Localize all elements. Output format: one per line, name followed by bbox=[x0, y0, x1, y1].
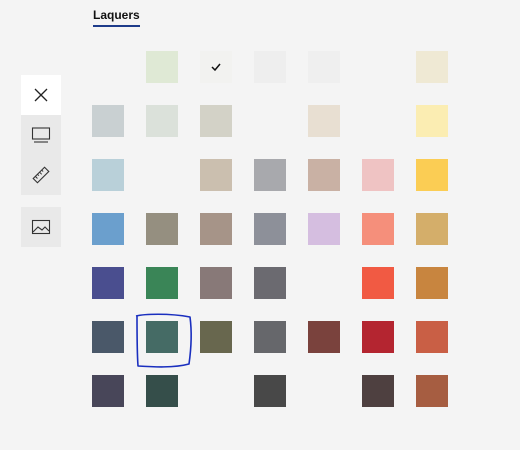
color-swatch[interactable] bbox=[362, 375, 394, 407]
color-swatch[interactable] bbox=[362, 321, 394, 353]
color-swatch[interactable] bbox=[416, 51, 448, 83]
color-swatch[interactable] bbox=[200, 159, 232, 191]
close-icon bbox=[34, 88, 48, 102]
monitor-icon bbox=[31, 127, 51, 143]
color-swatch[interactable] bbox=[146, 105, 178, 137]
color-swatch[interactable] bbox=[362, 159, 394, 191]
color-swatch[interactable] bbox=[254, 321, 286, 353]
color-swatch[interactable] bbox=[146, 51, 178, 83]
image-icon bbox=[31, 219, 51, 235]
monitor-button[interactable] bbox=[21, 115, 61, 155]
color-swatch[interactable] bbox=[254, 159, 286, 191]
color-swatch[interactable] bbox=[416, 321, 448, 353]
color-swatch[interactable] bbox=[92, 213, 124, 245]
color-swatch[interactable] bbox=[416, 375, 448, 407]
side-toolbar bbox=[21, 75, 61, 247]
color-swatch[interactable] bbox=[200, 105, 232, 137]
color-swatch[interactable] bbox=[308, 321, 340, 353]
color-swatch[interactable] bbox=[254, 267, 286, 299]
color-swatch[interactable] bbox=[308, 105, 340, 137]
color-swatch[interactable] bbox=[308, 213, 340, 245]
ruler-icon bbox=[32, 166, 50, 184]
tool-group-image bbox=[21, 207, 61, 247]
color-swatch[interactable] bbox=[200, 51, 232, 83]
color-swatch[interactable] bbox=[308, 159, 340, 191]
color-swatch[interactable] bbox=[416, 159, 448, 191]
color-swatch[interactable] bbox=[362, 267, 394, 299]
ruler-button[interactable] bbox=[21, 155, 61, 195]
close-button[interactable] bbox=[21, 75, 61, 115]
color-swatch[interactable] bbox=[92, 159, 124, 191]
color-swatch[interactable] bbox=[146, 375, 178, 407]
color-swatch[interactable] bbox=[200, 267, 232, 299]
color-swatch[interactable] bbox=[254, 213, 286, 245]
color-swatch[interactable] bbox=[92, 375, 124, 407]
color-swatch[interactable] bbox=[362, 213, 394, 245]
color-swatch[interactable] bbox=[416, 105, 448, 137]
color-swatch[interactable] bbox=[146, 213, 178, 245]
color-swatch[interactable] bbox=[416, 267, 448, 299]
color-swatch[interactable] bbox=[92, 321, 124, 353]
color-swatch[interactable] bbox=[416, 213, 448, 245]
checkmark-icon bbox=[200, 51, 232, 83]
color-swatch[interactable] bbox=[200, 213, 232, 245]
color-swatch[interactable] bbox=[254, 375, 286, 407]
color-swatch[interactable] bbox=[92, 105, 124, 137]
color-swatch[interactable] bbox=[200, 321, 232, 353]
section-title[interactable]: Laquers bbox=[93, 8, 140, 27]
color-swatch[interactable] bbox=[254, 51, 286, 83]
color-swatch[interactable] bbox=[308, 51, 340, 83]
color-swatch[interactable] bbox=[146, 267, 178, 299]
tool-group-main bbox=[21, 75, 61, 195]
color-swatch[interactable] bbox=[92, 267, 124, 299]
hand-drawn-highlight bbox=[135, 313, 192, 368]
image-button[interactable] bbox=[21, 207, 61, 247]
